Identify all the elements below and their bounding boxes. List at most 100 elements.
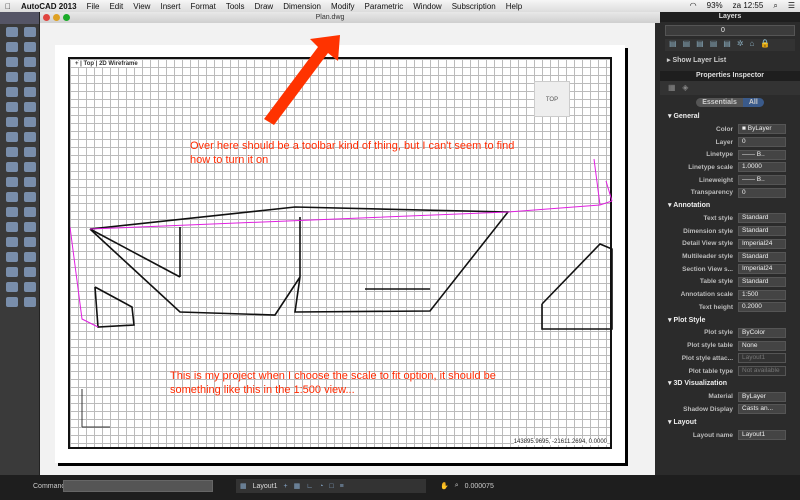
tool-icon[interactable] [24, 177, 36, 187]
property-value[interactable]: ByColor [738, 327, 786, 338]
property-value[interactable]: Standard [738, 213, 786, 224]
tab-all[interactable]: All [742, 98, 764, 107]
app-menu[interactable]: AutoCAD 2013 [21, 2, 77, 11]
property-value[interactable]: Imperial24 [738, 264, 786, 275]
tool-icon[interactable] [24, 87, 36, 97]
wifi-icon[interactable]: ◠ [690, 1, 697, 11]
layout-selector[interactable]: Layout1 [253, 483, 278, 490]
tool-icon[interactable] [24, 267, 36, 277]
clock[interactable]: za 12:55 [733, 1, 764, 11]
section-header[interactable]: ▾ General [660, 110, 800, 123]
minimize-button[interactable] [53, 14, 60, 21]
menu-window[interactable]: Window [413, 2, 441, 11]
menu-edit[interactable]: Edit [109, 2, 123, 11]
tool-selector[interactable] [0, 12, 39, 24]
menu-modify[interactable]: Modify [331, 2, 355, 11]
property-value[interactable]: Layout1 [738, 430, 786, 441]
layer-tool-icon[interactable]: ⌂ [750, 39, 755, 51]
property-value[interactable]: ■ ByLayer [738, 124, 786, 135]
layer-tool-icon[interactable]: ✲ [737, 39, 744, 51]
tool-icon[interactable] [24, 192, 36, 202]
battery-status[interactable]: 93% [707, 1, 723, 11]
lock-icon[interactable]: 🔒 [760, 39, 770, 51]
property-value[interactable]: 0 [738, 187, 786, 198]
tool-icon[interactable] [6, 42, 18, 52]
section-header[interactable]: ▾ Plot Style [660, 314, 800, 327]
menu-view[interactable]: View [133, 2, 150, 11]
tool-icon[interactable] [24, 207, 36, 217]
menu-insert[interactable]: Insert [160, 2, 180, 11]
pan-icon[interactable]: ✋ [440, 482, 449, 490]
tool-icon[interactable] [24, 57, 36, 67]
snap-icon[interactable]: + [284, 483, 288, 490]
lineweight-icon[interactable]: ≡ [340, 483, 344, 490]
property-value[interactable]: 0 [738, 137, 786, 148]
tool-icon[interactable] [6, 87, 18, 97]
close-button[interactable] [43, 14, 50, 21]
zoom-button[interactable] [63, 14, 70, 21]
tool-icon[interactable] [6, 57, 18, 67]
section-header[interactable]: ▾ Layout [660, 416, 800, 429]
annotation-scale[interactable]: 0.000075 [465, 483, 494, 490]
tool-icon[interactable] [24, 27, 36, 37]
tool-icon[interactable] [6, 102, 18, 112]
tab-essentials[interactable]: Essentials [696, 98, 743, 107]
tool-icon[interactable] [6, 192, 18, 202]
property-value[interactable]: Layout1 [738, 353, 786, 364]
tool-icon[interactable] [24, 282, 36, 292]
menu-file[interactable]: File [87, 2, 100, 11]
apple-icon[interactable]:  [5, 2, 11, 11]
section-header[interactable]: ▾ Annotation [660, 199, 800, 212]
property-value[interactable]: Standard [738, 276, 786, 287]
tool-icon[interactable] [6, 252, 18, 262]
list-icon[interactable]: ☰ [788, 1, 795, 11]
menu-tools[interactable]: Tools [226, 2, 245, 11]
polar-icon[interactable]: ◔ [319, 483, 323, 490]
tool-icon[interactable] [6, 267, 18, 277]
layer-dropdown[interactable]: 0 [665, 25, 795, 36]
grid-icon[interactable]: ▦ [294, 482, 301, 490]
tool-icon[interactable] [24, 102, 36, 112]
property-value[interactable]: Standard [738, 226, 786, 237]
property-value[interactable]: ByLayer [738, 391, 786, 402]
menu-subscription[interactable]: Subscription [452, 2, 496, 11]
tool-icon[interactable] [24, 237, 36, 247]
command-input[interactable] [63, 480, 213, 492]
property-value[interactable]: 0.2000 [738, 302, 786, 313]
tool-icon[interactable] [24, 117, 36, 127]
layer-tool-icon[interactable]: ▤ [669, 39, 677, 51]
tool-icon[interactable] [24, 252, 36, 262]
menu-parametric[interactable]: Parametric [365, 2, 404, 11]
tool-icon[interactable] [6, 132, 18, 142]
ortho-icon[interactable]: ∟ [306, 483, 313, 490]
layer-tool-icon[interactable]: ▤ [723, 39, 731, 51]
tool-icon[interactable] [6, 297, 18, 307]
tool-icon[interactable] [6, 282, 18, 292]
property-value[interactable]: Casts an... [738, 404, 786, 415]
layer-tool-icon[interactable]: ▤ [710, 39, 718, 51]
menu-format[interactable]: Format [190, 2, 215, 11]
property-value[interactable]: 1.0000 [738, 162, 786, 173]
property-value[interactable]: 1:500 [738, 289, 786, 300]
menu-dimension[interactable]: Dimension [283, 2, 321, 11]
layer-tool-icon[interactable]: ▤ [683, 39, 691, 51]
osnap-icon[interactable]: □ [329, 483, 333, 490]
tool-icon[interactable] [6, 147, 18, 157]
tool-icon[interactable] [24, 72, 36, 82]
tool-icon[interactable] [24, 162, 36, 172]
3d-tab-icon[interactable]: ◈ [682, 83, 688, 92]
tool-icon[interactable] [6, 27, 18, 37]
property-value[interactable]: —— B.. [738, 175, 786, 186]
zoom-icon[interactable]: ⌕ [455, 482, 459, 490]
menu-help[interactable]: Help [506, 2, 522, 11]
tool-icon[interactable] [6, 207, 18, 217]
tool-icon[interactable] [6, 117, 18, 127]
property-value[interactable]: None [738, 340, 786, 351]
drawing-canvas[interactable]: + | Top | 2D Wireframe TOP 143895.9695, … [40, 23, 655, 475]
tool-icon[interactable] [6, 237, 18, 247]
property-value[interactable]: Not available [738, 366, 786, 377]
property-value[interactable]: Standard [738, 251, 786, 262]
tool-icon[interactable] [6, 222, 18, 232]
tool-icon[interactable] [24, 222, 36, 232]
tool-icon[interactable] [6, 177, 18, 187]
